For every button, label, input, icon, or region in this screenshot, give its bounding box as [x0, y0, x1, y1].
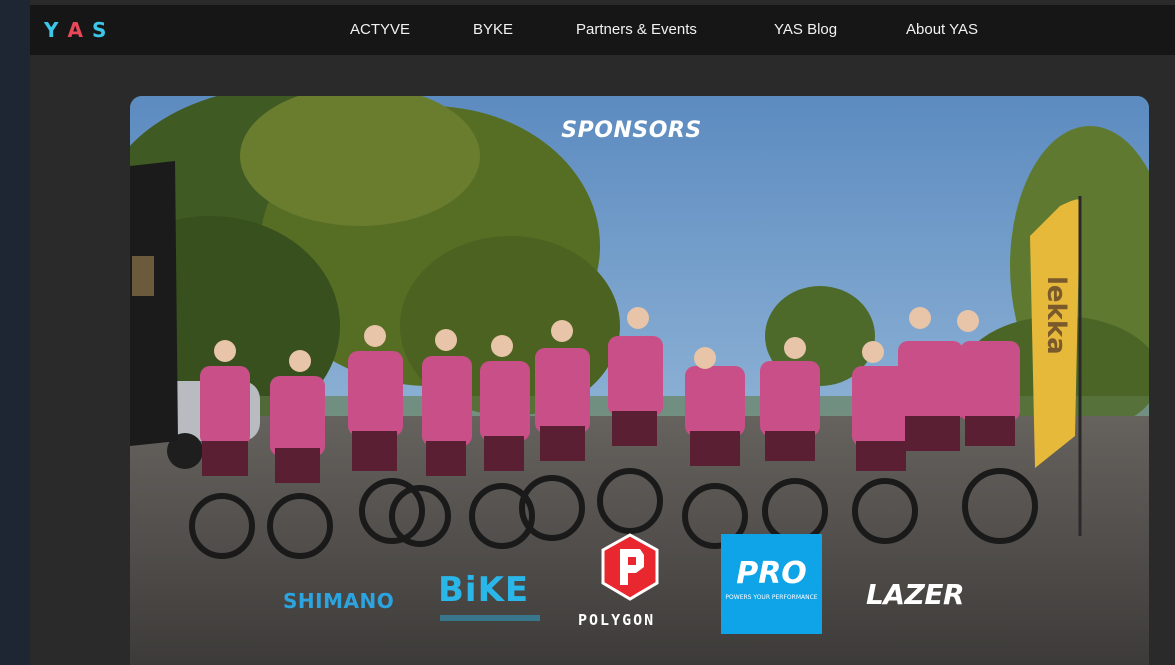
nav-link-yas-blog[interactable]: YAS Blog: [774, 21, 837, 38]
pro-logo-tagline: POWERS YOUR PERFORMANCE: [725, 594, 818, 601]
shimano-logo: SHIMANO: [283, 589, 395, 613]
nav-link-partners-events[interactable]: Partners & Events: [576, 21, 697, 38]
nav-link-actyve[interactable]: ACTYVE: [350, 21, 410, 38]
bike-logo: BiKE: [438, 570, 530, 610]
polygon-logo-icon: [601, 533, 659, 601]
nav-link-about-yas[interactable]: About YAS: [906, 21, 978, 38]
polygon-logo: POLYGON: [578, 611, 656, 629]
lekka-banner-text: lekka: [1041, 276, 1070, 355]
lekka-banner-logo: lekka: [1041, 276, 1070, 355]
top-navbar: YAS ACTYVE BYKE Partners & Events YAS Bl…: [30, 5, 1175, 55]
bike-logo-subline: [440, 615, 540, 621]
pro-logo-text: PRO: [736, 556, 807, 591]
pro-logo: PRO POWERS YOUR PERFORMANCE: [721, 534, 822, 634]
sponsors-title-text: SPONSORS: [561, 118, 702, 143]
sponsors-title: SPONSORS: [130, 118, 1149, 143]
nav-links: ACTYVE BYKE Partners & Events YAS Blog A…: [30, 5, 1175, 55]
nav-link-byke[interactable]: BYKE: [473, 21, 513, 38]
lazer-logo: LAZER: [866, 578, 965, 611]
sponsors-hero-image: SPONSORS SHIMANO BiKE POLYGON PRO POWERS…: [130, 96, 1149, 665]
